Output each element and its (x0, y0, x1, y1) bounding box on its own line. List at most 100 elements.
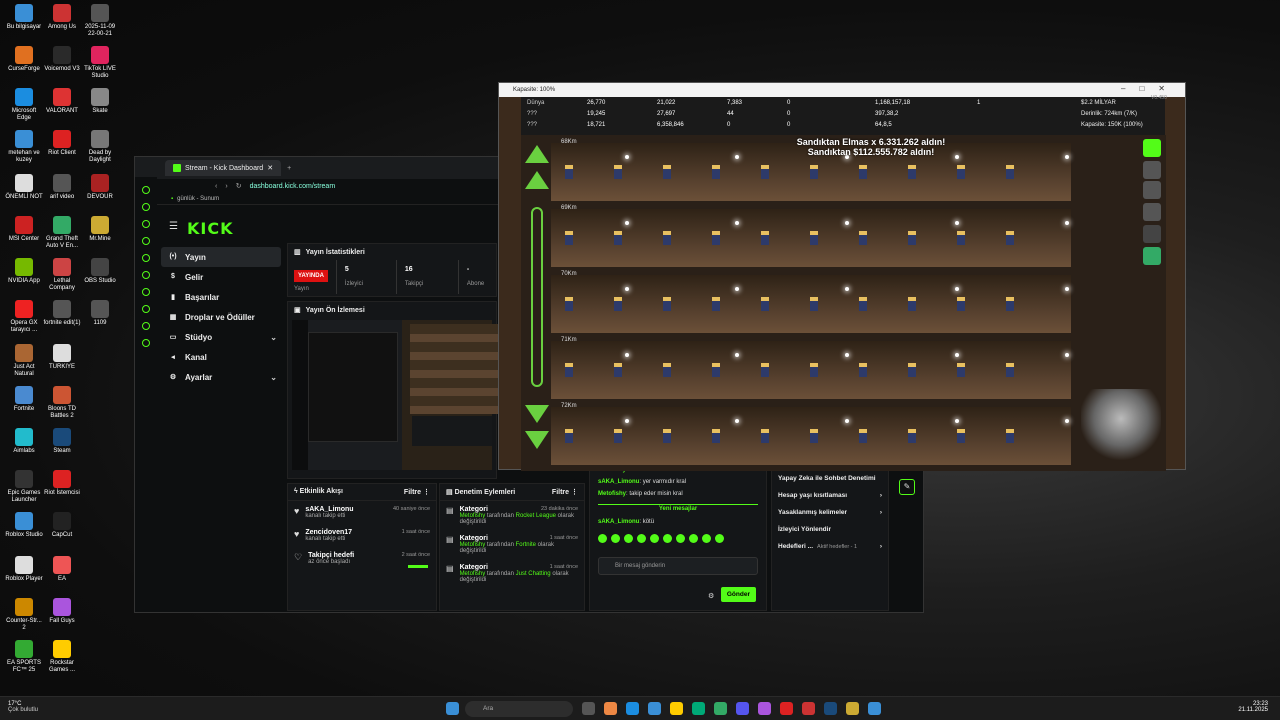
miner[interactable] (1006, 297, 1014, 311)
settings-item[interactable]: Hedefleri ...Aktif hedefler - 1› (772, 538, 888, 555)
desktop-icon[interactable]: Voicemod V3 (42, 46, 82, 73)
down-arrow-icon[interactable] (525, 431, 549, 449)
desktop-icon[interactable]: fortnite edit(1) (42, 300, 82, 327)
miner[interactable] (614, 165, 622, 179)
miner[interactable] (908, 231, 916, 245)
chat-input[interactable]: Bir mesaj gönderin (598, 557, 758, 575)
tool-icon[interactable] (1143, 203, 1161, 221)
strip-icon[interactable] (142, 305, 150, 313)
desktop-icon[interactable]: Bu bilgisayar (4, 4, 44, 31)
taskbar-app-icon[interactable] (648, 702, 661, 715)
settings-item[interactable]: Yapay Zeka ile Sohbet Denetimi (772, 470, 888, 487)
emote-icon[interactable] (715, 534, 724, 543)
miner[interactable] (761, 297, 769, 311)
forward-icon[interactable]: › (225, 183, 227, 190)
miner[interactable] (761, 429, 769, 443)
desktop-icon[interactable]: Riot Client (42, 130, 82, 157)
desktop-icon[interactable]: Counter-Str... 2 (4, 598, 44, 632)
window-controls[interactable]: –□✕ (1121, 84, 1179, 93)
miner[interactable] (712, 429, 720, 443)
miner[interactable] (614, 297, 622, 311)
taskbar-app-icon[interactable] (670, 702, 683, 715)
taskbar-app-icon[interactable] (626, 702, 639, 715)
chevron-down-icon[interactable]: ⌄ (270, 373, 277, 382)
miner[interactable] (908, 363, 916, 377)
emote-icon[interactable] (624, 534, 633, 543)
kick-logo[interactable]: KICK (187, 219, 234, 238)
strip-icon[interactable] (142, 288, 150, 296)
strip-icon[interactable] (142, 186, 150, 194)
miner[interactable] (663, 231, 671, 245)
desktop-icon[interactable]: Fortnite (4, 386, 44, 413)
desktop-icon[interactable]: metehan ve kuzey (4, 130, 44, 164)
up-arrow-icon[interactable] (525, 171, 549, 189)
chevron-right-icon[interactable]: › (880, 492, 882, 499)
miner[interactable] (908, 429, 916, 443)
taskbar-app-icon[interactable] (758, 702, 771, 715)
miner[interactable] (1006, 231, 1014, 245)
tool-icon[interactable] (1143, 247, 1161, 265)
sidebar-item[interactable]: $Gelir (161, 267, 281, 287)
sidebar-item[interactable]: (•)Yayın (161, 247, 281, 267)
strip-icon[interactable] (142, 339, 150, 347)
miner[interactable] (712, 165, 720, 179)
miner[interactable] (565, 231, 573, 245)
search-box[interactable]: Ara (465, 701, 573, 717)
desktop-icon[interactable]: 2025-11-09 22-00-21 (80, 4, 120, 38)
miner[interactable] (1006, 165, 1014, 179)
desktop-icon[interactable]: Just Act Natural (4, 344, 44, 378)
desktop-icon[interactable]: Opera GX tarayıcı ... (4, 300, 44, 334)
taskbar-app-icon[interactable] (824, 702, 837, 715)
miner[interactable] (859, 231, 867, 245)
bookmark-item[interactable]: günlük - Sunum (177, 196, 219, 202)
miner[interactable] (761, 165, 769, 179)
chevron-right-icon[interactable]: › (880, 509, 882, 516)
desktop-icon[interactable]: DEVOUR (80, 174, 120, 201)
tool-icon[interactable] (1143, 161, 1161, 179)
settings-item[interactable]: Hesap yaşı kısıtlaması› (772, 487, 888, 504)
taskbar-app-icon[interactable] (582, 702, 595, 715)
miner[interactable] (565, 363, 573, 377)
taskbar-app-icon[interactable] (692, 702, 705, 715)
desktop-icon[interactable]: Lethal Company (42, 258, 82, 292)
miner[interactable] (810, 231, 818, 245)
send-button[interactable]: Gönder (721, 587, 756, 602)
miner[interactable] (663, 297, 671, 311)
desktop-icon[interactable]: VALORANT (42, 88, 82, 115)
taskbar-app-icon[interactable] (868, 702, 881, 715)
settings-item[interactable]: Yasaklanmış kelimeler› (772, 504, 888, 521)
desktop-icon[interactable]: EA SPORTS FC™ 25 (4, 640, 44, 674)
miner[interactable] (957, 231, 965, 245)
miner[interactable] (761, 363, 769, 377)
desktop-icon[interactable]: Roblox Studio (4, 512, 44, 539)
strip-icon[interactable] (142, 237, 150, 245)
back-icon[interactable]: ‹ (215, 183, 217, 190)
new-tab-button[interactable]: + (287, 165, 291, 172)
taskbar-app-icon[interactable] (736, 702, 749, 715)
miner[interactable] (614, 231, 622, 245)
preview-video[interactable] (292, 320, 492, 470)
desktop-icon[interactable]: EA (42, 556, 82, 583)
desktop-icon[interactable]: ÖNEMLİ NOT (4, 174, 44, 201)
taskbar-app-icon[interactable] (604, 702, 617, 715)
miner[interactable] (712, 297, 720, 311)
more-icon[interactable]: ⋮ (423, 489, 430, 496)
strip-icon[interactable] (142, 254, 150, 262)
chat-user[interactable]: Metofishy (598, 491, 626, 497)
emote-icon[interactable] (689, 534, 698, 543)
miner[interactable] (712, 231, 720, 245)
sidebar-item[interactable]: ⚙Ayarlar⌄ (161, 367, 281, 387)
taskbar-app-icon[interactable] (846, 702, 859, 715)
emote-icon[interactable] (650, 534, 659, 543)
miner[interactable] (957, 429, 965, 443)
emote-icon[interactable] (676, 534, 685, 543)
desktop-icon[interactable]: Rockstar Games ... (42, 640, 82, 674)
desktop-icon[interactable]: CapCut (42, 512, 82, 539)
desktop-icon[interactable]: Among Us (42, 4, 82, 31)
desktop-icon[interactable]: Grand Theft Auto V En... (42, 216, 82, 250)
miner[interactable] (565, 165, 573, 179)
mod-filter[interactable]: Filtre ⋮ (552, 488, 578, 496)
mine-shaft[interactable]: 68Km69Km70Km71Km72KmSandıktan Elmas x 6.… (521, 135, 1166, 471)
chat-user[interactable]: sAKA_Limonu (598, 479, 639, 485)
more-icon[interactable]: ⋮ (571, 489, 578, 496)
